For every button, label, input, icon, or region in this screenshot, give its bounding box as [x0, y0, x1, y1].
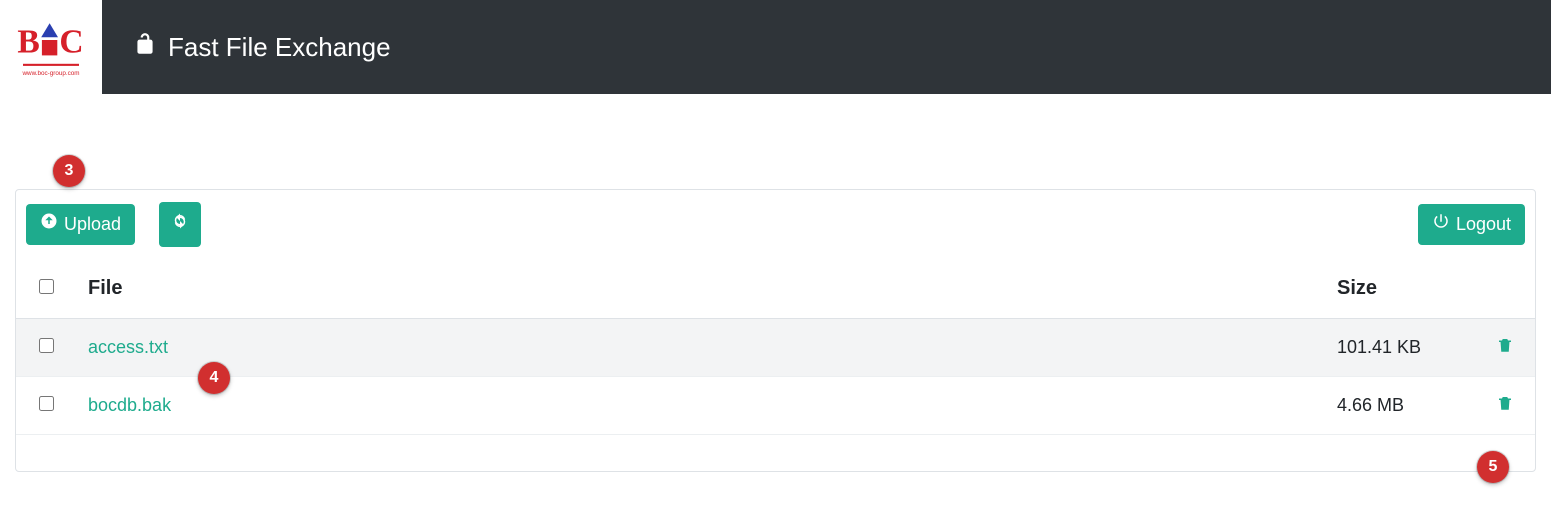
refresh-icon: [171, 212, 189, 237]
svg-text:B: B: [17, 24, 39, 61]
logout-button[interactable]: Logout: [1418, 204, 1525, 245]
header-actions: [1475, 259, 1535, 319]
trash-icon: [1496, 401, 1514, 416]
row-checkbox[interactable]: [39, 338, 54, 353]
trash-icon: [1496, 343, 1514, 358]
delete-button[interactable]: [1496, 335, 1514, 358]
app-title: Fast File Exchange: [132, 31, 391, 64]
upload-button[interactable]: Upload: [26, 204, 135, 245]
file-table: File Size access.txt 101.41 KB: [16, 259, 1535, 435]
select-all-checkbox[interactable]: [39, 279, 54, 294]
annotation-badge-delete: 5: [1477, 451, 1509, 483]
table-row: bocdb.bak 4.66 MB: [16, 377, 1535, 435]
header-size: Size: [1325, 259, 1475, 319]
power-icon: [1432, 212, 1450, 237]
annotation-badge-file: 4: [198, 362, 230, 394]
file-size: 4.66 MB: [1325, 377, 1475, 435]
boc-logo-icon: B C www.boc-group.com: [16, 12, 86, 82]
row-checkbox[interactable]: [39, 396, 54, 411]
svg-text:C: C: [59, 24, 83, 61]
navbar: B C www.boc-group.com Fast File Exchange: [0, 0, 1551, 94]
annotation-badge-upload: 3: [53, 155, 85, 187]
file-panel: Upload Logout File: [15, 189, 1536, 472]
upload-button-label: Upload: [64, 212, 121, 237]
table-row: access.txt 101.41 KB: [16, 319, 1535, 377]
logout-button-label: Logout: [1456, 212, 1511, 237]
toolbar: Upload Logout: [16, 190, 1535, 259]
file-size: 101.41 KB: [1325, 319, 1475, 377]
logo: B C www.boc-group.com: [0, 0, 102, 94]
unlock-icon: [132, 31, 158, 64]
svg-text:www.boc-group.com: www.boc-group.com: [21, 70, 79, 77]
file-link[interactable]: bocdb.bak: [88, 395, 171, 415]
file-link[interactable]: access.txt: [88, 337, 168, 357]
table-header-row: File Size: [16, 259, 1535, 319]
upload-icon: [40, 212, 58, 237]
delete-button[interactable]: [1496, 393, 1514, 416]
header-checkbox-cell: [16, 259, 76, 319]
refresh-button[interactable]: [159, 202, 201, 247]
app-title-text: Fast File Exchange: [168, 32, 391, 63]
header-file: File: [76, 259, 1325, 319]
